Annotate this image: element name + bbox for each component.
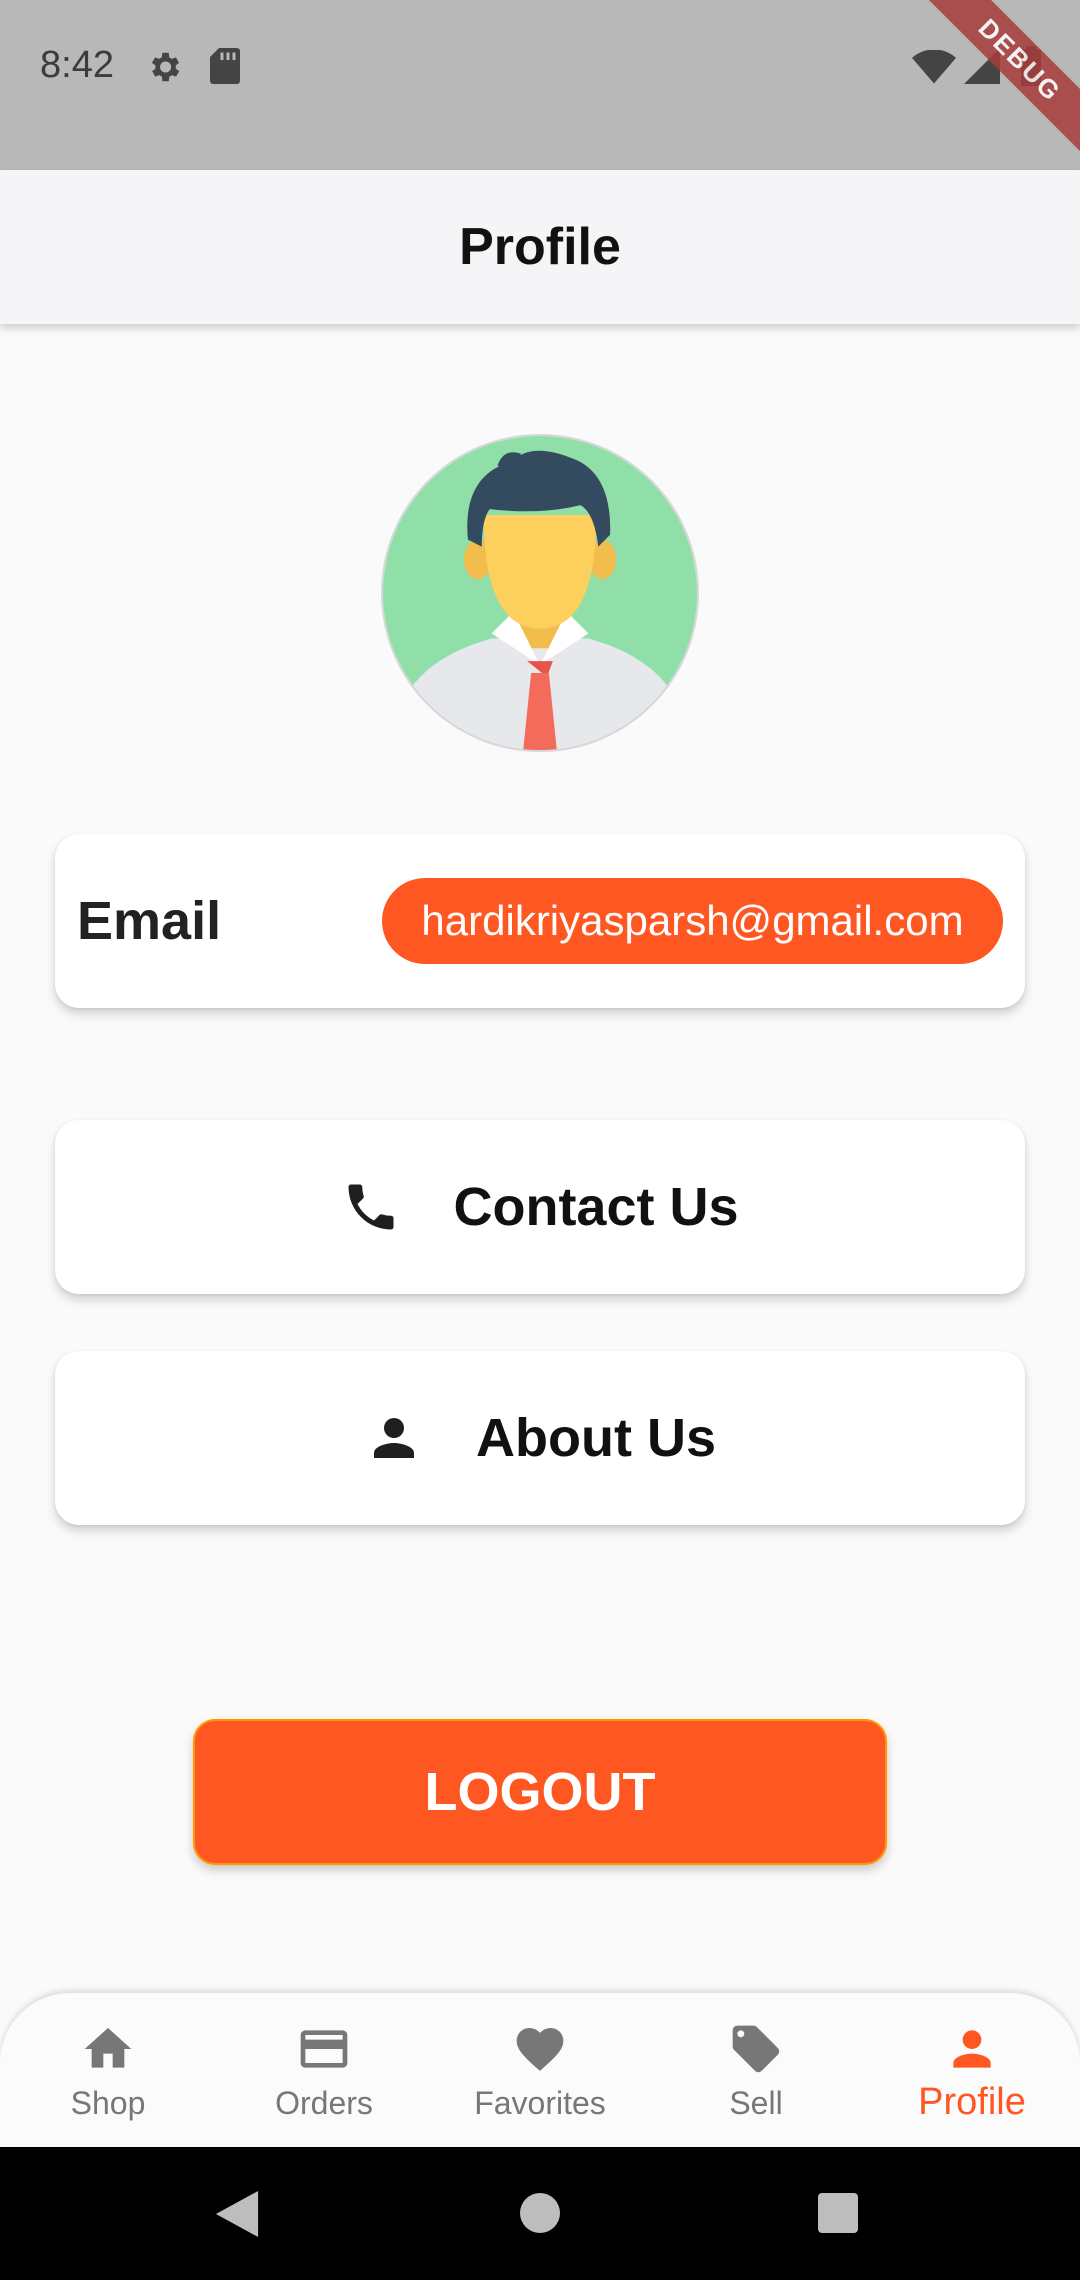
bottom-navigation: Shop Orders Favorites Sell Profile: [0, 1993, 1080, 2147]
person-icon: [374, 1418, 415, 1458]
nav-label: Shop: [70, 2085, 146, 2121]
nav-label: Orders: [275, 2085, 373, 2121]
back-icon[interactable]: [215, 2191, 259, 2237]
nav-item-shop[interactable]: Shop: [0, 1993, 216, 2147]
settings-icon: [151, 52, 180, 82]
recent-apps-icon[interactable]: [818, 2193, 858, 2233]
nav-item-sell[interactable]: Sell: [648, 1993, 864, 2147]
nav-item-profile[interactable]: Profile: [864, 1993, 1080, 2147]
email-label: Email: [77, 891, 222, 951]
app-bar: Profile: [0, 170, 1080, 324]
user-avatar-illustration: [383, 436, 697, 750]
nav-item-favorites[interactable]: Favorites: [432, 1993, 648, 2147]
sd-card-icon: [210, 48, 240, 84]
screen: 8:42 DEBUG Profile Email hardikriyaspars…: [0, 0, 1080, 2280]
logout-button[interactable]: LOGOUT: [193, 1719, 887, 1865]
system-navigation-bar: [0, 2147, 1080, 2280]
about-us-button[interactable]: About Us: [55, 1351, 1025, 1525]
email-value-badge: hardikriyasparsh@gmail.com: [382, 878, 1003, 964]
status-bar: 8:42 DEBUG: [0, 0, 1080, 170]
email-card: Email hardikriyasparsh@gmail.com: [55, 834, 1025, 1008]
home-icon: [84, 2028, 132, 2068]
nav-label: Sell: [729, 2085, 783, 2121]
avatar: [381, 434, 699, 752]
about-us-label: About Us: [476, 1408, 716, 1468]
contact-us-button[interactable]: Contact Us: [55, 1120, 1025, 1294]
person-icon: [953, 2030, 991, 2068]
status-time: 8:42: [40, 44, 114, 86]
card-icon: [300, 2030, 348, 2068]
home-circle-icon[interactable]: [520, 2193, 560, 2233]
tag-icon: [732, 2025, 780, 2073]
page-title: Profile: [459, 218, 621, 276]
contact-us-label: Contact Us: [453, 1177, 739, 1237]
wifi-icon: [912, 50, 956, 84]
nav-label: Profile: [918, 2081, 1026, 2123]
phone-icon: [348, 1184, 394, 1230]
nav-label: Favorites: [474, 2085, 606, 2121]
nav-item-orders[interactable]: Orders: [216, 1993, 432, 2147]
heart-icon: [516, 2028, 564, 2071]
